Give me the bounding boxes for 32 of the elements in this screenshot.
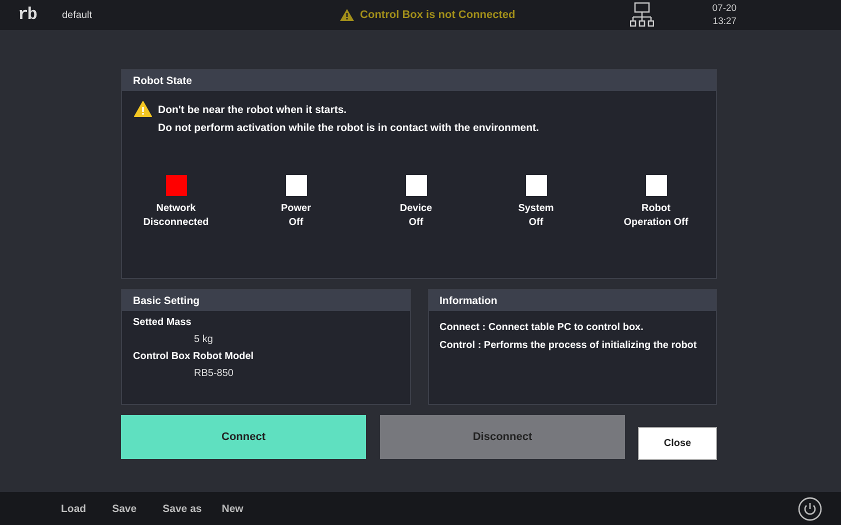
setting-label: Control Box Robot Model [133,351,255,362]
close-button[interactable]: Close [638,427,717,460]
status-label: Network Disconnected [143,202,209,230]
status-label: Robot Operation Off [624,202,688,230]
menu-item[interactable]: New [222,502,244,514]
alert-text: Control Box is not Connected [360,9,516,21]
info-text: Control : Performs the process of initializing the robot [440,339,698,353]
network-icon[interactable] [630,2,654,28]
menu-item[interactable]: Save [112,502,137,514]
panel-header: Basic Setting [122,290,410,311]
warning-text: Don't be near the robot when it starts. [158,103,348,118]
logo: rb [18,6,38,24]
setting-label: Setted Mass [133,317,192,328]
panel-header: Information [428,290,716,311]
setting-value: RB5-850 [193,368,234,379]
panel-header: Robot State [122,70,716,91]
menu-item[interactable]: Save as [162,502,202,514]
menu-item[interactable]: Load [61,502,86,514]
time-text: 13:27 [712,15,737,28]
status-label: Power Off [280,202,311,230]
disconnect-button[interactable]: Disconnect [380,415,625,459]
info-text: Connect : Connect table PC to control box. [440,321,644,335]
warning-icon [340,9,354,21]
connect-button[interactable]: Connect [121,415,366,459]
warning-icon [134,101,152,117]
warning-text: Do not perform activation while the robot is in contact with the environment. [158,121,539,136]
project-name: default [62,10,92,20]
power-icon[interactable] [798,496,822,520]
date-text: 07-20 [712,2,737,15]
status-label: Device Off [400,202,432,230]
setting-value: 5 kg [193,334,214,345]
status-label: System Off [518,202,554,230]
